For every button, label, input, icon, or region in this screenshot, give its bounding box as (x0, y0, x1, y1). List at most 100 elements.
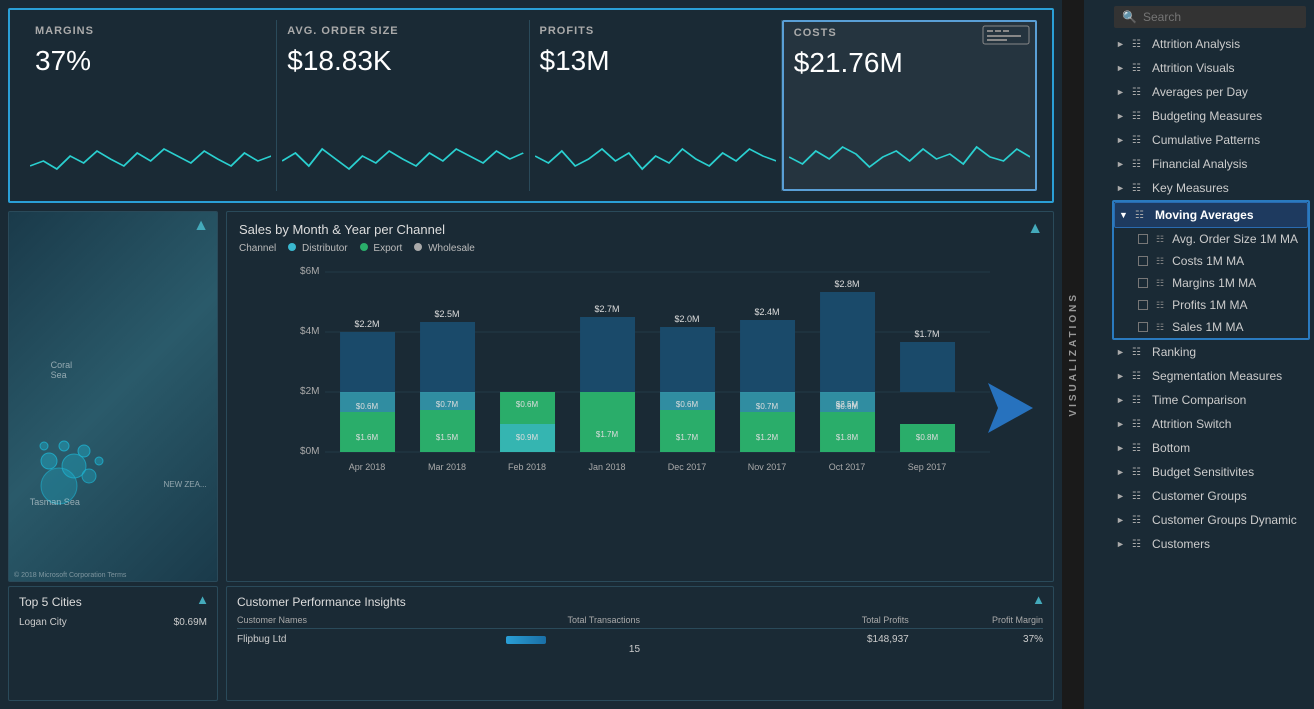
kpi-avg-order-label: AVG. ORDER SIZE (287, 25, 518, 37)
kpi-profits-label: PROFITS (540, 25, 771, 37)
sq-icon-3 (1138, 300, 1148, 310)
grid-icon-5: ☷ (1132, 159, 1146, 170)
col-total-tx: Total Transactions (506, 615, 640, 625)
sidebar-sub-costs-ma[interactable]: ☷ Costs 1M MA (1114, 250, 1308, 272)
expand-arrow-0: ► (1116, 39, 1126, 49)
customer-panel: Customer Performance Insights ▲ Customer… (226, 586, 1054, 701)
customer-title: Customer Performance Insights (237, 595, 1043, 609)
kpi-costs-sparkline (789, 129, 1030, 184)
customer-chart-icon: ▲ (1032, 592, 1045, 607)
sidebar-sub-avg-order-ma[interactable]: ☷ Avg. Order Size 1M MA (1114, 228, 1308, 250)
sidebar-item-customers[interactable]: ► ☷ Customers (1112, 532, 1314, 556)
sidebar-sub-margins-ma[interactable]: ☷ Margins 1M MA (1114, 272, 1308, 294)
col-total-profits: Total Profits (640, 615, 909, 625)
sidebar-label-3: Budgeting Measures (1152, 109, 1306, 123)
svg-text:Oct 2017: Oct 2017 (829, 462, 866, 472)
top5-row: Logan City $0.69M (19, 615, 207, 630)
legend-export[interactable]: Export (360, 243, 403, 254)
svg-text:$1.5M: $1.5M (436, 433, 459, 442)
svg-text:$0.6M: $0.6M (676, 400, 699, 409)
sidebar-item-ranking[interactable]: ► ☷ Ranking (1112, 340, 1314, 364)
grid-icon-ranking: ☷ (1132, 347, 1146, 358)
grid-icon-seg: ☷ (1132, 371, 1146, 382)
customer-table-header: Customer Names Total Transactions Total … (237, 615, 1043, 629)
sidebar-item-cumulative-patterns[interactable]: ► ☷ Cumulative Patterns (1112, 128, 1314, 152)
svg-text:Jan 2018: Jan 2018 (589, 462, 626, 472)
legend-wholesale[interactable]: Wholesale (414, 243, 474, 254)
svg-text:$2.2M: $2.2M (355, 319, 380, 329)
kpi-avg-order-sparkline (282, 131, 523, 186)
sub-label-2: Margins 1M MA (1172, 276, 1256, 290)
svg-text:$0.6M: $0.6M (516, 400, 539, 409)
kpi-profits-sparkline (535, 131, 776, 186)
kpi-profits[interactable]: PROFITS $13M (530, 20, 782, 191)
sidebar-item-moving-averages[interactable]: ▼ ☷ Moving Averages (1114, 202, 1308, 228)
sub-label-4: Sales 1M MA (1172, 320, 1243, 334)
search-input[interactable] (1143, 10, 1298, 24)
grid-icon-6: ☷ (1132, 183, 1146, 194)
sidebar-sub-sales-ma[interactable]: ☷ Sales 1M MA (1114, 316, 1308, 338)
chart-legend: Channel Distributor Export Wholesale (239, 243, 1041, 254)
sidebar-item-financial-analysis[interactable]: ► ☷ Financial Analysis (1112, 152, 1314, 176)
sidebar-item-averages-per-day[interactable]: ► ☷ Averages per Day (1112, 80, 1314, 104)
svg-text:Dec 2017: Dec 2017 (668, 462, 707, 472)
svg-text:$1.7M: $1.7M (915, 329, 940, 339)
grid-icon-tc: ☷ (1132, 395, 1146, 406)
kpi-costs[interactable]: COSTS $21.76M (782, 20, 1037, 191)
svg-text:$2.5M: $2.5M (435, 309, 460, 319)
sidebar-item-budget-sens[interactable]: ► ☷ Budget Sensitivites (1112, 460, 1314, 484)
grid-sm-2: ☷ (1156, 278, 1164, 289)
sidebar-label-seg: Segmentation Measures (1152, 369, 1306, 383)
expand-arrow-bs: ► (1116, 467, 1126, 477)
grid-icon-bs: ☷ (1132, 467, 1146, 478)
kpi-avg-order[interactable]: AVG. ORDER SIZE $18.83K (277, 20, 529, 191)
expand-arrow-cg: ► (1116, 491, 1126, 501)
sidebar-label-bs: Budget Sensitivites (1152, 465, 1306, 479)
expand-arrow-seg: ► (1116, 371, 1126, 381)
customer-margin: 37% (909, 634, 1043, 655)
sidebar-item-customer-groups-dynamic[interactable]: ► ☷ Customer Groups Dynamic (1112, 508, 1314, 532)
svg-text:Sep 2017: Sep 2017 (908, 462, 947, 472)
sidebar-item-bottom[interactable]: ► ☷ Bottom (1112, 436, 1314, 460)
sidebar-item-key-measures[interactable]: ► ☷ Key Measures (1112, 176, 1314, 200)
kpi-margins-value: 37% (35, 45, 266, 77)
moving-averages-group: ▼ ☷ Moving Averages ☷ Avg. Order Size 1M… (1112, 200, 1310, 340)
sidebar-list: ► ☷ Attrition Analysis ► ☷ Attrition Vis… (1084, 32, 1314, 709)
bottom-row: Top 5 Cities ▲ Logan City $0.69M Custome… (8, 586, 1054, 701)
sidebar-label-0: Attrition Analysis (1152, 37, 1306, 51)
svg-text:$1.7M: $1.7M (596, 430, 619, 439)
chart-title: Sales by Month & Year per Channel (239, 222, 1041, 237)
customer-transactions: 15 (506, 634, 640, 655)
sidebar-label-cg: Customer Groups (1152, 489, 1306, 503)
svg-text:$2.5M: $2.5M (836, 400, 859, 409)
sidebar-sub-profits-ma[interactable]: ☷ Profits 1M MA (1114, 294, 1308, 316)
sidebar-item-budgeting-measures[interactable]: ► ☷ Budgeting Measures (1112, 104, 1314, 128)
svg-text:$1.7M: $1.7M (676, 433, 699, 442)
kpi-margins[interactable]: MARGINS 37% (25, 20, 277, 191)
expand-arrow-ma: ▼ (1119, 210, 1129, 220)
svg-text:Mar 2018: Mar 2018 (428, 462, 466, 472)
col-customer-names: Customer Names (237, 615, 506, 625)
customer-name: Flipbug Ltd (237, 634, 506, 655)
sidebar-item-customer-groups[interactable]: ► ☷ Customer Groups (1112, 484, 1314, 508)
svg-text:$0.9M: $0.9M (516, 433, 539, 442)
sidebar-item-attrition-analysis[interactable]: ► ☷ Attrition Analysis (1112, 32, 1314, 56)
grid-sm-0: ☷ (1156, 234, 1164, 245)
sidebar-label-1: Attrition Visuals (1152, 61, 1306, 75)
legend-distributor[interactable]: Distributor (288, 243, 347, 254)
map-label-newzeal: NEW ZEA... (163, 480, 206, 489)
sidebar-item-attrition-switch[interactable]: ► ☷ Attrition Switch (1112, 412, 1314, 436)
expand-arrow-5: ► (1116, 159, 1126, 169)
sidebar-item-time-comparison[interactable]: ► ☷ Time Comparison (1112, 388, 1314, 412)
expand-arrow-6: ► (1116, 183, 1126, 193)
map-label-tasman: Tasman Sea (30, 497, 80, 507)
expand-arrow-ranking: ► (1116, 347, 1126, 357)
sidebar-item-segmentation[interactable]: ► ☷ Segmentation Measures (1112, 364, 1314, 388)
search-bar[interactable]: 🔍 (1114, 6, 1306, 28)
search-icon: 🔍 (1122, 10, 1137, 24)
main-content: MARGINS 37% AVG. ORDER SIZE $18.83K PROF… (0, 0, 1062, 709)
sq-icon-0 (1138, 234, 1148, 244)
chart-nav-icon[interactable]: ▲ (1027, 220, 1043, 238)
sidebar-item-attrition-visuals[interactable]: ► ☷ Attrition Visuals (1112, 56, 1314, 80)
svg-text:$2M: $2M (300, 386, 319, 397)
